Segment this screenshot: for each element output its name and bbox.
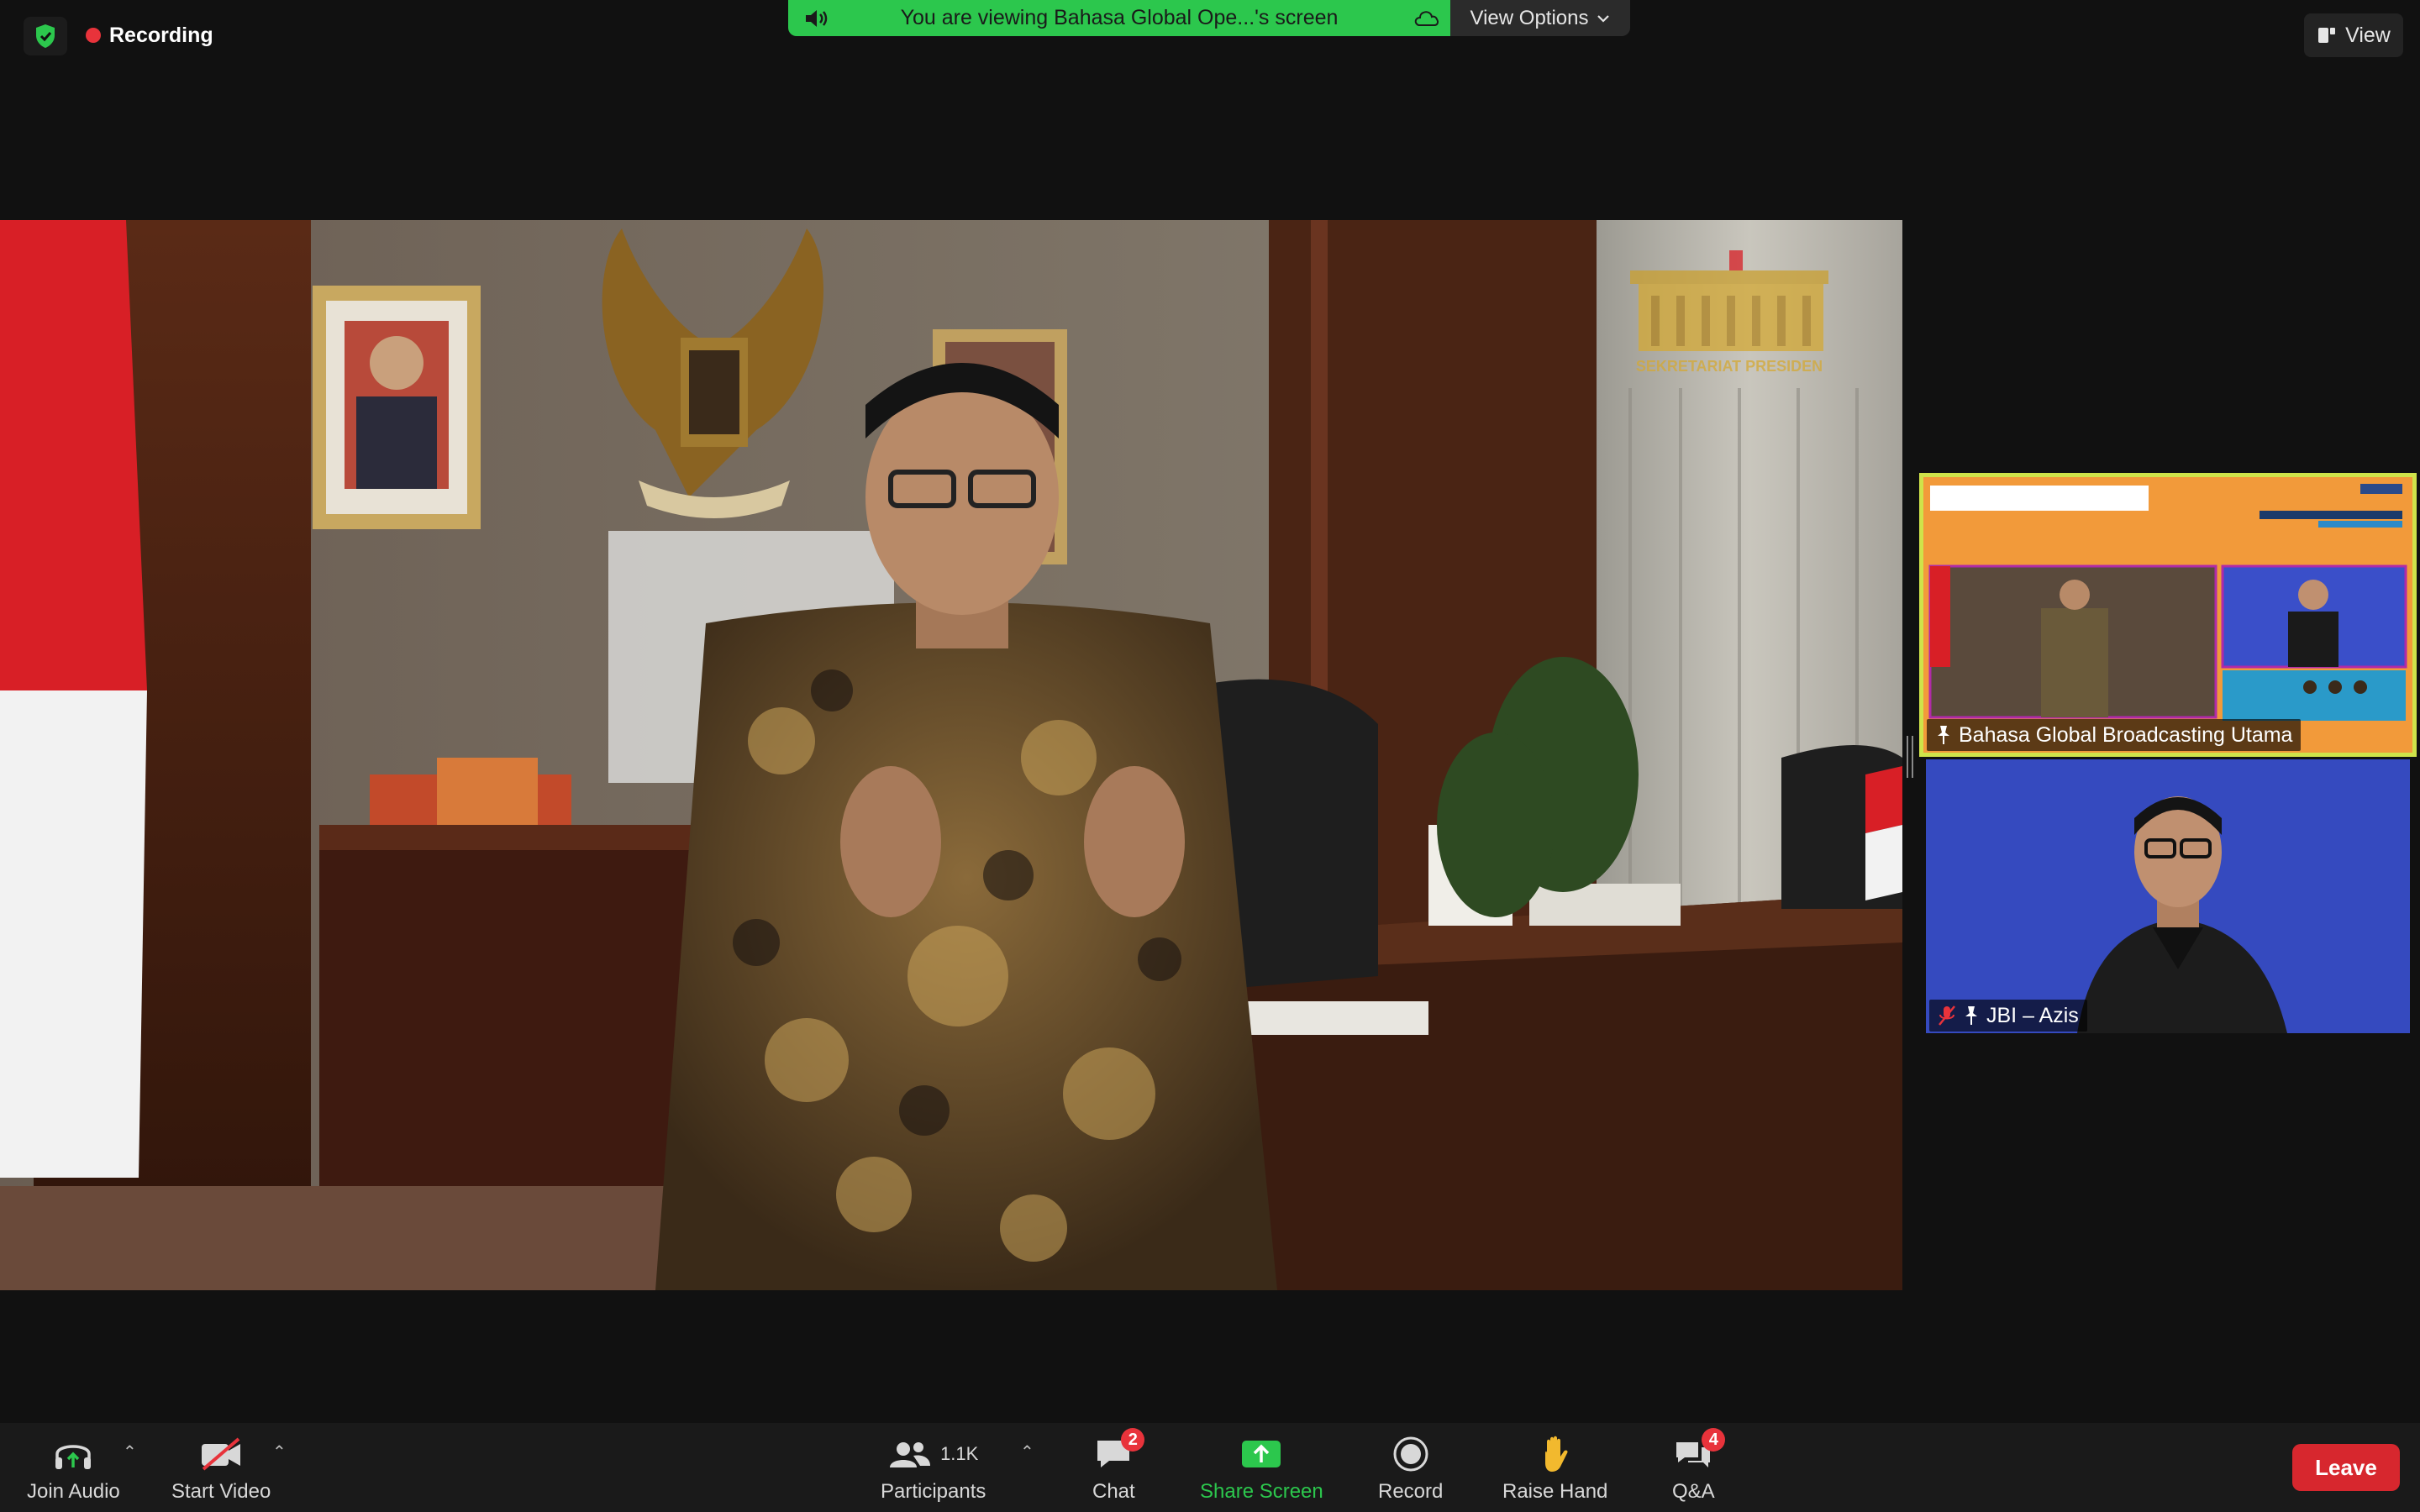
chat-button[interactable]: 2 Chat	[1092, 1428, 1145, 1504]
meeting-toolbar: Join Audio ⌃ Start Video ⌃ 1.1K Particip…	[0, 1423, 2420, 1512]
raise-hand-button[interactable]: Raise Hand	[1502, 1435, 1607, 1504]
view-options-label: View Options	[1470, 6, 1589, 29]
record-icon	[1392, 1435, 1429, 1473]
view-label: View	[2345, 23, 2391, 47]
interpreter-video-image	[1926, 759, 2410, 1033]
mic-muted-icon	[1939, 1005, 1955, 1026]
participants-count: 1.1K	[940, 1443, 979, 1464]
share-screen-button[interactable]: Share Screen	[1200, 1435, 1323, 1504]
raise-hand-icon	[1539, 1435, 1572, 1473]
screen-share-banner: You are viewing Bahasa Global Ope...'s s…	[788, 0, 1450, 36]
shared-screen-video[interactable]: SEKRETARIAT PRESIDEN	[0, 220, 1902, 1290]
audio-options-caret-icon[interactable]: ⌃	[123, 1441, 137, 1462]
chat-badge: 2	[1121, 1428, 1145, 1452]
headphones-icon	[52, 1435, 94, 1473]
leave-button[interactable]: Leave	[2292, 1444, 2400, 1491]
participant-thumbnail[interactable]: Bahasa Global Broadcasting Utama	[1919, 473, 2417, 757]
participants-icon: 1.1K	[888, 1435, 978, 1473]
share-screen-icon	[1240, 1435, 1282, 1473]
recording-dot-icon	[86, 28, 101, 43]
participants-button[interactable]: 1.1K Participants	[881, 1435, 986, 1504]
share-banner-text: You are viewing Bahasa Global Ope...'s s…	[900, 6, 1339, 29]
view-options-dropdown[interactable]: View Options	[1450, 0, 1630, 36]
recording-indicator[interactable]: Recording	[86, 18, 213, 52]
qa-button[interactable]: 4 Q&A	[1672, 1428, 1726, 1504]
office-scene-image: SEKRETARIAT PRESIDEN	[0, 220, 1902, 1290]
security-shield-icon[interactable]	[24, 17, 67, 55]
pin-icon	[1965, 1006, 1977, 1025]
view-layout-icon	[2318, 28, 2336, 43]
record-button[interactable]: Record	[1378, 1435, 1443, 1504]
participant-name: Bahasa Global Broadcasting Utama	[1959, 722, 2293, 747]
start-video-button[interactable]: Start Video	[171, 1435, 271, 1504]
watermark-text: SEKRETARIAT PRESIDEN	[1636, 358, 1823, 375]
chat-icon: 2	[1094, 1428, 1145, 1473]
video-off-icon	[198, 1435, 244, 1473]
thumbnail-label: JBI – Azis	[1929, 1000, 2087, 1032]
share-screen-label: Share Screen	[1200, 1480, 1323, 1503]
chat-label: Chat	[1092, 1480, 1135, 1503]
recording-label: Recording	[109, 23, 213, 47]
broadcast-video-image	[1923, 477, 2412, 753]
qa-icon: 4	[1673, 1428, 1726, 1473]
join-audio-label: Join Audio	[27, 1480, 120, 1503]
participant-thumbnail[interactable]: JBI – Azis	[1926, 759, 2410, 1033]
speaker-icon[interactable]	[803, 8, 829, 35]
join-audio-button[interactable]: Join Audio	[27, 1435, 120, 1504]
video-options-caret-icon[interactable]: ⌃	[272, 1441, 287, 1462]
participant-name: JBI – Azis	[1986, 1003, 2079, 1027]
raise-hand-label: Raise Hand	[1502, 1480, 1608, 1503]
record-label: Record	[1378, 1480, 1444, 1503]
participants-label: Participants	[881, 1480, 986, 1503]
qa-label: Q&A	[1672, 1480, 1715, 1503]
panel-resize-handle[interactable]	[1907, 736, 1913, 778]
thumbnail-label: Bahasa Global Broadcasting Utama	[1927, 719, 2302, 751]
chevron-down-icon	[1597, 14, 1610, 23]
start-video-label: Start Video	[171, 1480, 271, 1503]
qa-badge: 4	[1702, 1428, 1726, 1452]
pin-icon	[1938, 726, 1949, 744]
participants-options-caret-icon[interactable]: ⌃	[1020, 1441, 1034, 1462]
cloud-icon	[1412, 8, 1440, 34]
view-button[interactable]: View	[2304, 13, 2403, 57]
